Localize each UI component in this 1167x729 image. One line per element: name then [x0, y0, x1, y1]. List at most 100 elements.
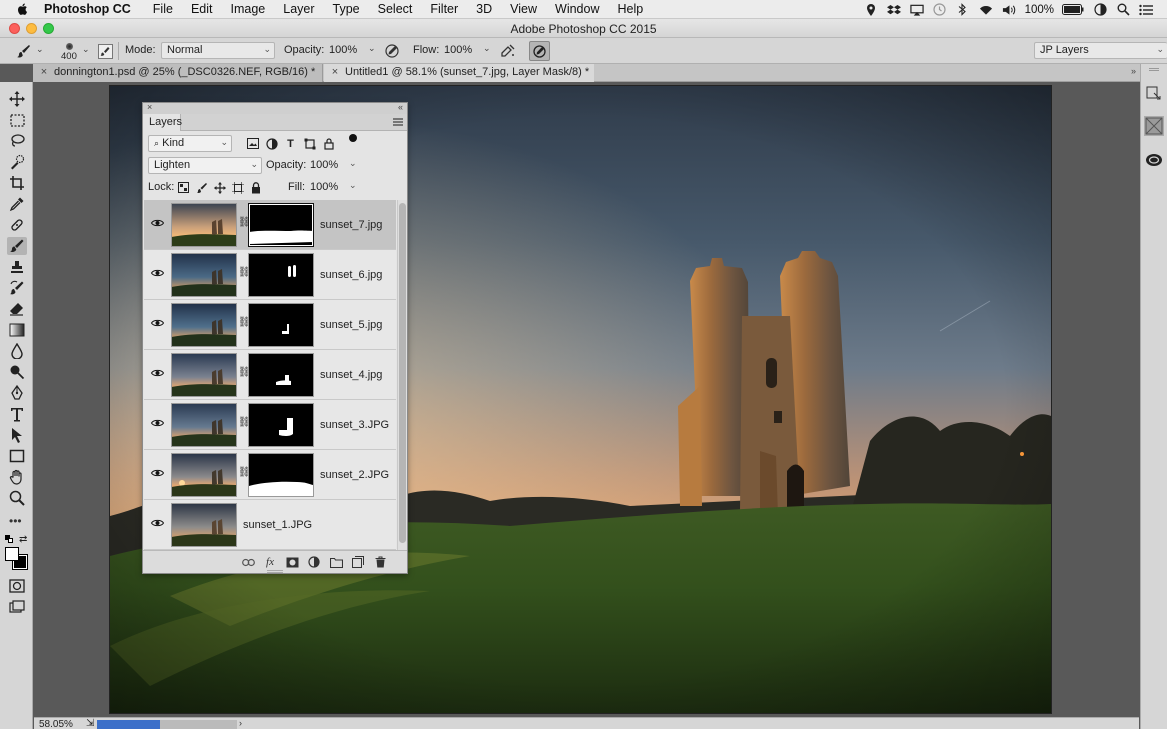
- pen-tool-icon[interactable]: [7, 384, 27, 402]
- volume-icon[interactable]: [1002, 3, 1016, 17]
- visibility-eye-icon[interactable]: [151, 218, 164, 228]
- layer-mask-thumbnail[interactable]: [248, 303, 314, 347]
- marquee-tool-icon[interactable]: [7, 111, 27, 129]
- dropbox-icon[interactable]: [886, 3, 901, 17]
- menu-view[interactable]: View: [510, 2, 537, 16]
- layer-mask-thumbnail[interactable]: [248, 203, 314, 247]
- lock-artboard-icon[interactable]: [231, 181, 244, 194]
- collapse-panel-icon[interactable]: «: [398, 102, 403, 112]
- menu-help[interactable]: Help: [618, 2, 644, 16]
- menu-select[interactable]: Select: [378, 2, 413, 16]
- link-mask-icon[interactable]: ⛓: [238, 267, 251, 281]
- menu-window[interactable]: Window: [555, 2, 599, 16]
- pressure-size-icon[interactable]: [529, 41, 550, 61]
- flow-value[interactable]: 100%: [444, 44, 472, 56]
- history-brush-tool-icon[interactable]: [7, 279, 27, 297]
- filter-kind-dropdown[interactable]: ⌕ Kind ⌄: [148, 135, 232, 152]
- filter-toggle-icon[interactable]: [349, 134, 357, 142]
- layer-mask-thumbnail[interactable]: [248, 453, 314, 497]
- brush-preset-caret[interactable]: ⌄: [36, 44, 44, 55]
- visibility-eye-icon[interactable]: [151, 268, 164, 278]
- blend-mode-dropdown[interactable]: Lighten ⌄: [148, 157, 262, 174]
- filter-pixel-icon[interactable]: [246, 137, 259, 150]
- menu-image[interactable]: Image: [231, 2, 266, 16]
- panel-menu-icon[interactable]: [393, 118, 403, 126]
- quick-mask-icon[interactable]: [7, 577, 27, 595]
- layer-thumbnail[interactable]: [171, 453, 237, 497]
- zoom-level[interactable]: 58.05%: [39, 719, 73, 729]
- status-menu-arrow-icon[interactable]: ›: [239, 718, 242, 728]
- spotlight-search-icon[interactable]: [1116, 3, 1130, 17]
- default-colors-icon[interactable]: [5, 535, 13, 543]
- brush-panel-toggle-icon[interactable]: [97, 43, 113, 59]
- layer-thumbnail[interactable]: [171, 253, 237, 297]
- filter-adjustment-icon[interactable]: [265, 137, 278, 150]
- filter-shape-icon[interactable]: [303, 137, 316, 150]
- menu-3d[interactable]: 3D: [476, 2, 492, 16]
- menu-layer[interactable]: Layer: [283, 2, 314, 16]
- libraries-panel-icon[interactable]: [1144, 149, 1164, 169]
- apple-icon[interactable]: [16, 2, 30, 16]
- brush-size-caret[interactable]: ⌄: [82, 44, 90, 55]
- link-mask-icon[interactable]: ⛓: [238, 217, 251, 231]
- link-mask-icon[interactable]: ⛓: [238, 367, 251, 381]
- link-mask-icon[interactable]: ⛓: [238, 317, 251, 331]
- layer-name[interactable]: sunset_5.jpg: [320, 319, 382, 331]
- filter-smart-object-icon[interactable]: [322, 137, 335, 150]
- close-icon[interactable]: ×: [329, 66, 341, 78]
- layer-row-sunset-3[interactable]: ⛓ sunset_3.JPG: [144, 400, 396, 450]
- layer-thumbnail[interactable]: [171, 503, 237, 547]
- close-panel-icon[interactable]: ×: [147, 102, 152, 112]
- edit-toolbar-icon[interactable]: •••: [9, 514, 22, 528]
- fill-caret[interactable]: ⌄: [349, 180, 357, 191]
- link-mask-icon[interactable]: ⛓: [238, 467, 251, 481]
- close-icon[interactable]: ×: [38, 66, 50, 78]
- lock-position-icon[interactable]: [213, 181, 226, 194]
- layer-name[interactable]: sunset_2.JPG: [320, 469, 389, 481]
- delete-layer-icon[interactable]: [373, 555, 387, 569]
- eyedropper-tool-icon[interactable]: [7, 195, 27, 213]
- visibility-eye-icon[interactable]: [151, 418, 164, 428]
- layer-row-sunset-7[interactable]: ⛓ sunset_7.jpg: [144, 200, 396, 250]
- crop-tool-icon[interactable]: [7, 174, 27, 192]
- export-icon[interactable]: ⇲: [86, 718, 94, 729]
- layer-name[interactable]: sunset_4.jpg: [320, 369, 382, 381]
- layer-opacity-value[interactable]: 100%: [310, 159, 338, 171]
- add-mask-icon[interactable]: [285, 555, 299, 569]
- fx-icon[interactable]: fx: [263, 555, 277, 569]
- rectangle-tool-icon[interactable]: [7, 447, 27, 465]
- quick-selection-tool-icon[interactable]: [7, 153, 27, 171]
- hand-tool-icon[interactable]: [7, 468, 27, 486]
- zoom-tool-icon[interactable]: [7, 489, 27, 507]
- filter-type-icon[interactable]: T: [284, 137, 297, 150]
- scrollbar-thumb[interactable]: [399, 203, 406, 543]
- battery-icon[interactable]: [1062, 3, 1084, 17]
- menu-filter[interactable]: Filter: [430, 2, 458, 16]
- layer-row-sunset-2[interactable]: ⛓ sunset_2.JPG: [144, 450, 396, 500]
- menu-file[interactable]: File: [153, 2, 173, 16]
- flow-slider-caret[interactable]: ⌄: [483, 43, 491, 54]
- user-icon[interactable]: [1093, 3, 1107, 17]
- dodge-tool-icon[interactable]: [7, 363, 27, 381]
- adjustment-layer-icon[interactable]: [307, 555, 321, 569]
- opacity-slider-caret[interactable]: ⌄: [368, 43, 376, 54]
- brush-tool-icon[interactable]: [7, 237, 27, 255]
- menu-edit[interactable]: Edit: [191, 2, 213, 16]
- workspace-switcher[interactable]: JP Layers ⌄: [1034, 42, 1167, 59]
- layer-opacity-caret[interactable]: ⌄: [349, 158, 357, 169]
- layer-thumbnail[interactable]: [171, 203, 237, 247]
- screen-mode-icon[interactable]: [7, 598, 27, 616]
- swap-colors-icon[interactable]: ⇄: [19, 534, 27, 545]
- panel-resize-grip[interactable]: [267, 570, 283, 573]
- location-icon[interactable]: [864, 3, 878, 17]
- layer-row-sunset-6[interactable]: ⛓ sunset_6.jpg: [144, 250, 396, 300]
- eraser-tool-icon[interactable]: [7, 300, 27, 318]
- blur-tool-icon[interactable]: [7, 342, 27, 360]
- mode-dropdown[interactable]: Normal ⌄: [161, 42, 275, 59]
- opacity-value[interactable]: 100%: [329, 44, 357, 56]
- wifi-icon[interactable]: [979, 3, 993, 17]
- airbrush-icon[interactable]: [500, 43, 516, 59]
- visibility-eye-icon[interactable]: [151, 518, 164, 528]
- layers-scrollbar[interactable]: [397, 200, 407, 550]
- layer-thumbnail[interactable]: [171, 303, 237, 347]
